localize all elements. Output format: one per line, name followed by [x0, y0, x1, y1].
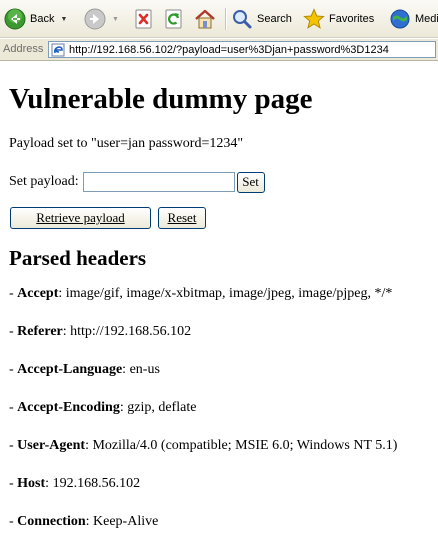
address-url: http://192.168.56.102/?payload=user%3Dja…: [69, 43, 389, 56]
set-payload-form: Set payload: Set: [9, 171, 438, 193]
header-name: User-Agent: [17, 438, 86, 453]
back-label: Back: [30, 13, 55, 25]
search-button[interactable]: Search: [231, 5, 292, 33]
header-item-accept-encoding: - Accept-Encoding: gzip, deflate: [9, 399, 438, 416]
action-buttons: Retrieve payload Reset: [9, 207, 438, 229]
back-arrow-icon: [4, 8, 26, 30]
favorites-star-icon: [303, 8, 325, 30]
header-item-connection: - Connection: Keep-Alive: [9, 513, 438, 530]
header-value: http://192.168.56.102: [70, 324, 192, 339]
forward-dropdown-icon[interactable]: ▼: [112, 16, 119, 23]
header-value: Mozilla/4.0 (compatible; MSIE 6.0; Windo…: [92, 438, 398, 453]
set-button[interactable]: Set: [236, 171, 265, 193]
header-bullet: -: [9, 476, 18, 491]
header-bullet: -: [9, 362, 18, 377]
address-input[interactable]: http://192.168.56.102/?payload=user%3Dja…: [48, 41, 436, 58]
home-button[interactable]: [194, 5, 216, 33]
search-icon: [231, 8, 253, 30]
header-item-referer: - Referer: http://192.168.56.102: [9, 323, 438, 340]
favorites-button[interactable]: Favorites: [303, 5, 374, 33]
header-name: Connection: [17, 514, 86, 529]
media-label: Medi: [415, 13, 438, 25]
address-label: Address: [3, 43, 44, 55]
header-name: Accept-Encoding: [17, 400, 120, 415]
header-bullet: -: [9, 514, 18, 529]
page-title: Vulnerable dummy page: [9, 83, 313, 115]
back-dropdown-icon[interactable]: ▼: [60, 16, 67, 23]
header-separator: :: [85, 514, 94, 529]
header-item-host: - Host: 192.168.56.102: [9, 475, 438, 492]
home-icon: [194, 8, 216, 30]
favorites-label: Favorites: [329, 13, 375, 25]
reset-button[interactable]: Reset: [158, 207, 206, 229]
browser-toolbar: Back ▼ ▼ Search Favorites Medi: [0, 0, 438, 38]
header-name: Host: [17, 476, 46, 491]
retrieve-payload-button[interactable]: Retrieve payload: [10, 207, 151, 229]
media-button[interactable]: Medi: [389, 5, 438, 33]
parsed-headers-title: Parsed headers: [9, 246, 147, 270]
stop-button[interactable]: [133, 5, 155, 33]
header-bullet: -: [9, 400, 18, 415]
page-content: Vulnerable dummy page Payload set to "us…: [9, 62, 438, 551]
header-bullet: -: [9, 324, 18, 339]
header-separator: :: [58, 286, 66, 301]
header-separator: :: [45, 476, 53, 491]
header-value: gzip, deflate: [127, 400, 197, 415]
header-bullet: -: [9, 286, 18, 301]
back-button[interactable]: Back ▼: [4, 5, 67, 33]
parsed-headers-list: - Accept: image/gif, image/x-xbitmap, im…: [9, 285, 438, 530]
header-item-accept: - Accept: image/gif, image/x-xbitmap, im…: [9, 285, 438, 302]
payload-input[interactable]: [82, 172, 235, 192]
header-value: image/gif, image/x-xbitmap, image/jpeg, …: [65, 286, 393, 301]
header-name: Accept: [17, 286, 59, 301]
forward-button[interactable]: ▼: [84, 5, 119, 33]
search-label: Search: [257, 13, 292, 25]
forward-arrow-icon: [84, 8, 106, 30]
header-name: Referer: [17, 324, 63, 339]
header-bullet: -: [9, 438, 18, 453]
refresh-button[interactable]: [163, 5, 185, 33]
header-value: 192.168.56.102: [52, 476, 141, 491]
header-item-accept-language: - Accept-Language: en-us: [9, 361, 438, 378]
payload-status-text: Payload set to "user=jan password=1234": [9, 136, 244, 151]
stop-icon: [133, 8, 155, 30]
ie-page-icon: [51, 43, 65, 57]
header-name: Accept-Language: [17, 362, 123, 377]
header-separator: :: [122, 362, 130, 377]
refresh-icon: [163, 8, 185, 30]
toolbar-separator: [225, 8, 227, 30]
media-icon: [389, 8, 411, 30]
header-value: Keep-Alive: [93, 514, 159, 529]
header-value: en-us: [129, 362, 160, 377]
header-item-user-agent: - User-Agent: Mozilla/4.0 (compatible; M…: [9, 437, 438, 454]
address-bar: Address http://192.168.56.102/?payload=u…: [0, 39, 438, 61]
set-payload-label: Set payload:: [9, 174, 79, 189]
